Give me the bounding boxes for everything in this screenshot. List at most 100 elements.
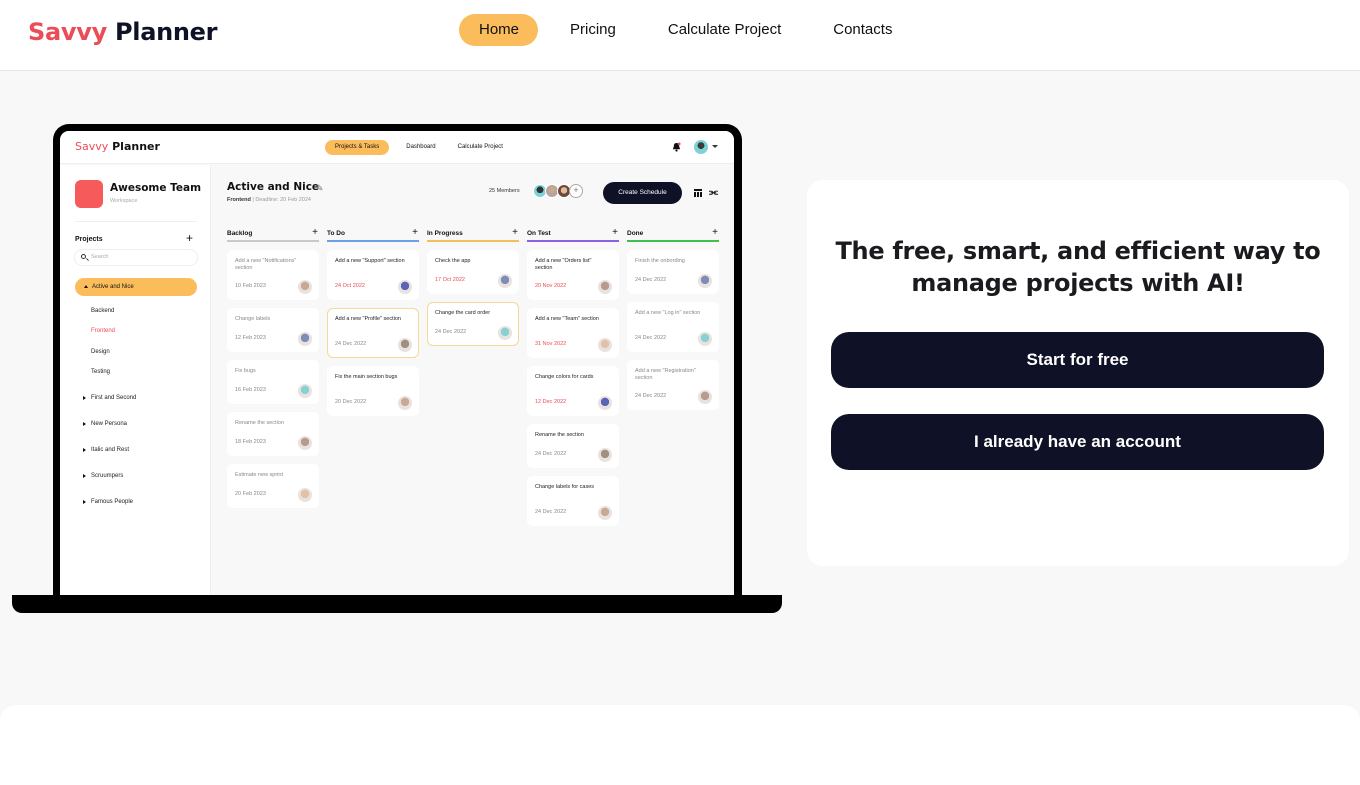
column-title: To Do	[327, 230, 345, 237]
task-date: 12 Feb 2023	[235, 335, 266, 341]
avatar	[694, 140, 708, 154]
search-placeholder: Search	[91, 254, 109, 260]
task-card: Add a new "Notifications" section 10 Feb …	[227, 250, 319, 300]
task-card: Add a new "Log in" section 24 Dec 2022	[627, 302, 719, 352]
preview-topbar: Savvy Planner Projects & Tasks Dashboard…	[60, 131, 734, 164]
assignee-avatar	[298, 436, 312, 450]
nav-pricing[interactable]: Pricing	[570, 14, 616, 46]
task-date: 16 Feb 2023	[235, 387, 266, 393]
assignee-avatar	[598, 448, 612, 462]
task-card: Check the app 17 Oct 2022	[427, 250, 519, 294]
grid-view-icon	[694, 189, 702, 197]
plus-icon: +	[186, 231, 194, 245]
column-title: In Progress	[427, 230, 463, 237]
assignee-avatar	[298, 280, 312, 294]
board-subtitle: Frontend | Deadline: 20 Feb 2024	[227, 197, 311, 203]
column-header: On Test +	[527, 227, 619, 242]
assignee-avatar	[398, 396, 412, 410]
nav-calculate-project[interactable]: Calculate Project	[668, 14, 781, 46]
assignee-avatar	[298, 384, 312, 398]
preview-logo-accent: Savvy	[75, 140, 109, 153]
task-title: Change labels for cases	[535, 484, 595, 490]
column-header: In Progress +	[427, 227, 519, 242]
assignee-avatar	[298, 488, 312, 502]
assignee-avatar	[498, 326, 512, 340]
column-header: Backlog +	[227, 227, 319, 242]
task-title: Change labels	[235, 316, 271, 322]
column-header: To Do +	[327, 227, 419, 242]
task-title: Fix bugs	[235, 368, 256, 374]
task-title: Estimate new sprint	[235, 472, 283, 478]
laptop-base	[12, 595, 782, 613]
assignee-avatar	[598, 280, 612, 294]
column-header: Done +	[627, 227, 719, 242]
column-title: On Test	[527, 230, 551, 237]
hero-headline: The free, smart, and efficient way to ma…	[835, 237, 1321, 297]
start-for-free-button[interactable]: Start for free	[831, 332, 1324, 388]
preview-search: Search	[74, 249, 198, 266]
task-date: 31 Nov 2022	[535, 341, 567, 347]
team-sub: Workspace	[110, 198, 138, 204]
assignee-avatar	[698, 274, 712, 288]
subitem: Backend	[91, 308, 115, 314]
active-project: Active and Nice	[75, 278, 197, 296]
task-date: 20 Feb 2023	[235, 491, 266, 497]
task-card: Fix bugs 16 Feb 2023	[227, 360, 319, 404]
kanban-column: In Progress + Check the app 17 Oct 2022 Chan…	[427, 227, 519, 346]
kanban-column: Done + Finish the onbording 24 Dec 2022 Add …	[627, 227, 719, 410]
task-card: Add a new "Orders list" section 20 Nov 20…	[527, 250, 619, 300]
assignee-avatar	[398, 338, 412, 352]
assignee-avatar	[398, 280, 412, 294]
task-title: Add a new "Registration" section	[635, 368, 696, 381]
task-date: 24 Dec 2022	[635, 335, 667, 341]
project-item: Scruumpers	[82, 473, 124, 479]
task-title: Finish the onbording	[635, 258, 685, 264]
assignee-avatar	[698, 332, 712, 346]
subitem: Testing	[91, 369, 111, 375]
nav-home[interactable]: Home	[459, 14, 538, 46]
assignee-avatar	[598, 396, 612, 410]
team-icon	[75, 180, 103, 208]
login-button[interactable]: I already have an account	[831, 414, 1324, 470]
project-item: Famous People	[82, 499, 134, 505]
assignee-avatar	[598, 338, 612, 352]
subitem: Design	[91, 349, 110, 355]
main-nav: Home Pricing Calculate Project Contacts	[459, 14, 892, 46]
plus-icon: +	[412, 227, 418, 238]
bell-icon	[672, 142, 681, 152]
plus-icon: +	[712, 227, 718, 238]
logo[interactable]: Savvy Planner	[28, 18, 217, 46]
logo-accent: Savvy	[28, 18, 107, 46]
task-title: Fix the main section bugs	[335, 374, 398, 380]
task-title: Add a new "Team" section	[535, 316, 599, 322]
laptop-mockup: Savvy Planner Projects & Tasks Dashboard…	[53, 124, 742, 599]
next-section	[0, 705, 1360, 785]
task-date: 24 Dec 2022	[335, 341, 367, 347]
search-icon	[81, 254, 86, 259]
task-card: Finish the onbording 24 Dec 2022	[627, 250, 719, 294]
members-count: 25 Members	[489, 188, 520, 194]
task-card: Change the card order 24 Dec 2022	[427, 302, 519, 346]
task-date: 24 Dec 2022	[635, 393, 667, 399]
task-date: 20 Nov 2022	[535, 283, 567, 289]
column-title: Done	[627, 230, 644, 237]
board-title: Active and Nice	[227, 181, 320, 193]
task-card: Rename the section 18 Feb 2023	[227, 412, 319, 456]
assignee-avatar	[698, 390, 712, 404]
task-card: Fix the main section bugs 20 Dec 2022	[327, 366, 419, 416]
hero-card: The free, smart, and efficient way to ma…	[807, 180, 1349, 566]
task-date: 24 Dec 2022	[535, 451, 567, 457]
column-title: Backlog	[227, 230, 253, 237]
kanban-column: On Test + Add a new "Orders list" section 2…	[527, 227, 619, 526]
task-card: Change colors for cards 12 Dec 2022	[527, 366, 619, 416]
preview-logo: Savvy Planner	[75, 140, 160, 153]
preview-logo-main: Planner	[112, 140, 160, 153]
nav-contacts[interactable]: Contacts	[833, 14, 892, 46]
task-date: 12 Dec 2022	[535, 399, 567, 405]
project-item: New Persona	[82, 421, 128, 427]
task-card: Add a new "Registration" section 24 Dec 2…	[627, 360, 719, 410]
create-schedule-button: Create Schedule	[603, 182, 682, 204]
preview-sidebar: Awesome Team Workspace Projects + Search…	[60, 165, 211, 597]
app-preview-screen: Savvy Planner Projects & Tasks Dashboard…	[60, 131, 734, 597]
preview-nav: Projects & Tasks Dashboard Calculate Pro…	[325, 140, 503, 155]
